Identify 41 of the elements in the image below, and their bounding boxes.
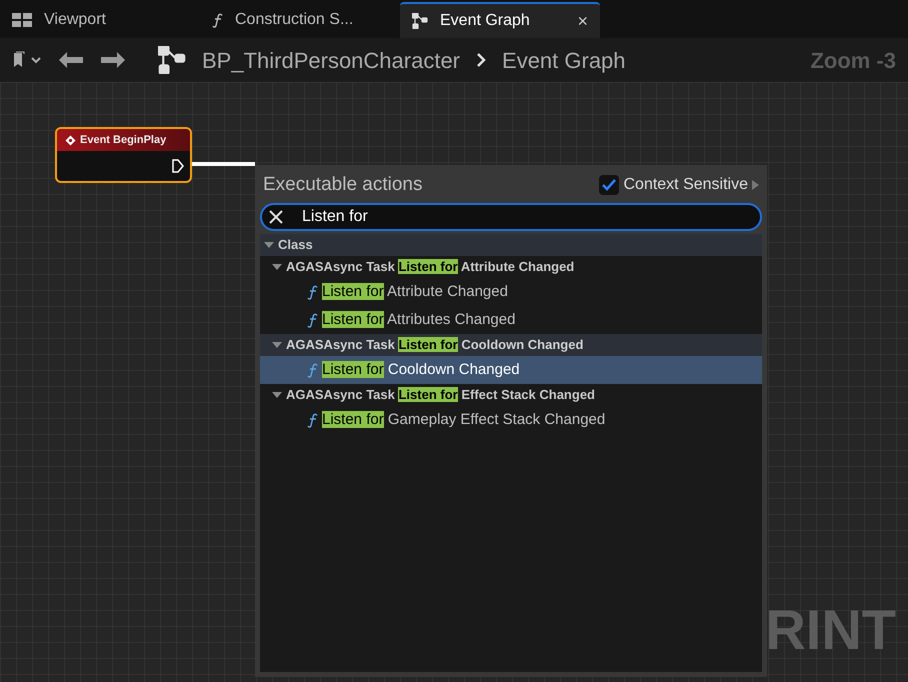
context-label: Context Sensitive bbox=[623, 175, 748, 195]
close-icon[interactable]: × bbox=[577, 8, 588, 34]
chevron-right-icon bbox=[476, 52, 486, 68]
context-checkbox[interactable] bbox=[599, 175, 620, 195]
action-item[interactable]: Listen for Gameplay Effect Stack Changed bbox=[260, 406, 762, 434]
forward-arrow-icon[interactable] bbox=[100, 51, 126, 69]
graph-icon bbox=[412, 13, 428, 29]
node-title: Event BeginPlay bbox=[80, 132, 166, 148]
function-icon bbox=[307, 412, 318, 428]
function-icon bbox=[307, 312, 318, 328]
event-diamond-icon bbox=[65, 134, 76, 146]
category-row[interactable]: AGASAsync Task Listen for Cooldown Changed bbox=[260, 334, 762, 356]
zoom-level: Zoom -3 bbox=[810, 46, 896, 74]
search-field[interactable]: Listen for bbox=[260, 203, 762, 231]
breadcrumb-current: Event Graph bbox=[502, 46, 626, 75]
event-node[interactable]: Event BeginPlay bbox=[55, 127, 192, 183]
function-icon bbox=[307, 362, 318, 378]
graph-canvas[interactable] bbox=[0, 82, 908, 682]
action-item[interactable]: Listen for Attributes Changed bbox=[260, 306, 762, 334]
category-header[interactable]: Class bbox=[260, 234, 762, 256]
function-icon bbox=[212, 12, 223, 28]
viewport-icon bbox=[12, 13, 32, 27]
expand-caret-icon[interactable] bbox=[264, 242, 274, 248]
graph-icon bbox=[158, 46, 186, 74]
back-arrow-icon[interactable] bbox=[58, 51, 84, 69]
action-item[interactable]: Listen for Attribute Changed bbox=[260, 278, 762, 306]
clear-icon[interactable] bbox=[268, 209, 284, 225]
action-item[interactable]: Listen for Cooldown Changed bbox=[260, 356, 762, 384]
triangle-right-icon[interactable] bbox=[752, 180, 759, 190]
exec-wire bbox=[192, 162, 255, 167]
editor-tab[interactable]: Event Graph × bbox=[400, 2, 600, 38]
editor-tab[interactable]: Construction S... bbox=[200, 2, 400, 38]
breadcrumb-link[interactable]: BP_ThirdPersonCharacter bbox=[202, 44, 460, 76]
expand-caret-icon[interactable] bbox=[272, 264, 282, 270]
function-icon bbox=[307, 284, 318, 300]
expand-caret-icon[interactable] bbox=[272, 392, 282, 398]
menu-title: Executable actions bbox=[263, 172, 422, 197]
editor-tab[interactable]: Viewport bbox=[0, 2, 200, 38]
bookmark-icon[interactable] bbox=[12, 51, 42, 69]
exec-pin-icon[interactable] bbox=[172, 159, 184, 173]
expand-caret-icon[interactable] bbox=[272, 342, 282, 348]
